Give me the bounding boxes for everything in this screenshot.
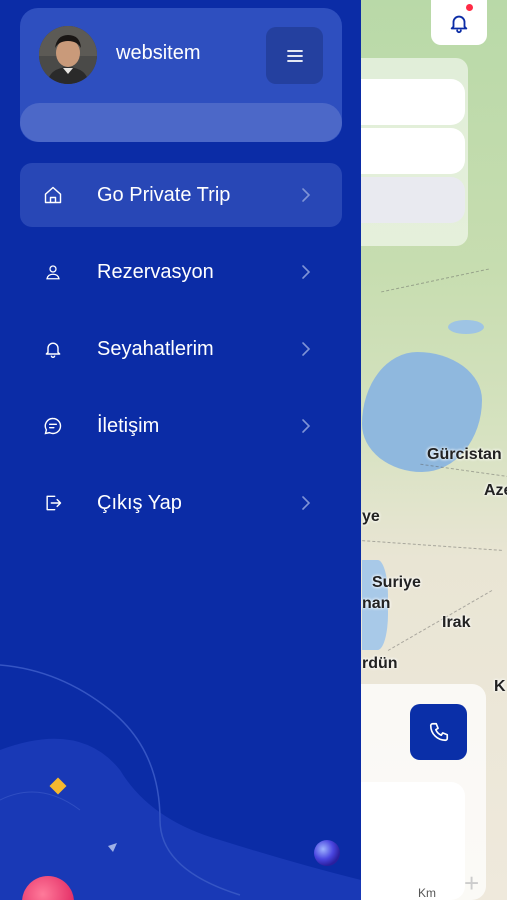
map-label-lebanon: nan [362, 595, 391, 612]
phone-icon [429, 722, 448, 742]
map-label-jordan: rdün [362, 655, 398, 672]
username: websitem [116, 42, 201, 64]
menu-item-cikis-yap[interactable]: Çıkış Yap [20, 471, 342, 535]
bell-icon [42, 338, 64, 360]
call-button[interactable] [410, 704, 467, 760]
hamburger-menu-button[interactable] [266, 27, 323, 84]
map-label-turkey: ye [362, 508, 380, 525]
chevron-right-icon [300, 494, 312, 512]
map-label-georgia: Gürcistan [427, 446, 502, 463]
search-submit-field[interactable] [345, 177, 465, 223]
hamburger-icon [286, 49, 303, 62]
navigation-drawer: websitem Go Private Trip Rezervasyon Sey… [0, 0, 361, 900]
map-label-syria: Suriye [372, 574, 421, 591]
profile-progress-bar [20, 103, 342, 142]
notification-button[interactable] [431, 0, 487, 45]
home-icon [42, 184, 64, 206]
menu-item-label: İletişim [97, 414, 160, 437]
country-border [387, 590, 493, 651]
map-label-kuwait: K [494, 678, 506, 695]
menu-item-seyahatlerim[interactable]: Seyahatlerim [20, 317, 342, 381]
chevron-right-icon [300, 263, 312, 281]
map-bottom-inner-card [345, 782, 465, 900]
menu-item-label: Seyahatlerim [97, 337, 214, 360]
origin-field[interactable] [345, 79, 465, 125]
chat-icon [42, 415, 64, 437]
country-border [362, 540, 502, 551]
chevron-right-icon [300, 340, 312, 358]
menu-item-label: Go Private Trip [97, 183, 231, 206]
country-border [381, 268, 489, 293]
user-icon [42, 261, 64, 283]
map-label-iraq: Irak [442, 614, 471, 631]
menu-item-iletisim[interactable]: İletişim [20, 394, 342, 458]
map-label-azerbaijan: Aze [484, 482, 507, 499]
map-scale-unit: Km [418, 886, 436, 900]
bell-icon [450, 15, 468, 33]
chevron-right-icon [300, 417, 312, 435]
notification-dot [466, 4, 473, 11]
menu-item-label: Rezervasyon [97, 260, 214, 283]
destination-field[interactable] [345, 128, 465, 174]
zoom-in-button[interactable]: + [464, 868, 479, 899]
lake [448, 320, 484, 334]
menu-item-rezervasyon[interactable]: Rezervasyon [20, 240, 342, 304]
logout-icon [42, 492, 64, 514]
decorative-background [0, 664, 361, 900]
menu-item-label: Çıkış Yap [97, 491, 182, 514]
chevron-right-icon [300, 186, 312, 204]
menu-item-go-private-trip[interactable]: Go Private Trip [20, 163, 342, 227]
avatar[interactable] [39, 26, 97, 84]
